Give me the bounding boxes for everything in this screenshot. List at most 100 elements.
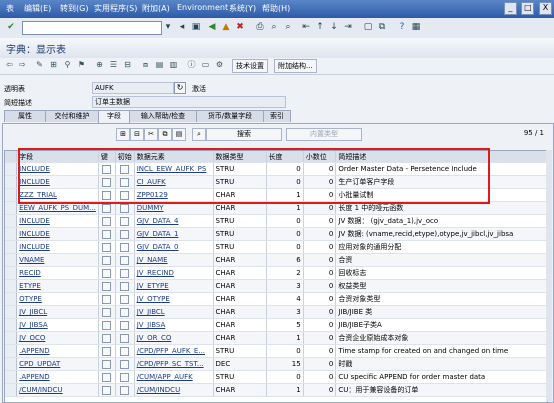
- description-field[interactable]: 订单主数据: [92, 96, 286, 108]
- short-description-cell[interactable]: Time stamp for created on and changed on…: [335, 344, 547, 358]
- initial-checkbox[interactable]: [115, 188, 135, 202]
- first-page-icon[interactable]: ⇤: [300, 21, 312, 33]
- key-checkbox[interactable]: [98, 240, 116, 254]
- key-checkbox[interactable]: [98, 162, 116, 176]
- prev-page-icon[interactable]: ↑: [314, 21, 326, 33]
- decimals-cell[interactable]: 0: [303, 357, 337, 371]
- key-checkbox[interactable]: [98, 331, 116, 345]
- field-name-cell[interactable]: ZZZ_TRIAL: [16, 188, 99, 202]
- table-row[interactable]: RECID JV_RECIND CHAR 2 0 回收标志: [5, 266, 547, 280]
- key-checkbox[interactable]: [98, 370, 116, 384]
- key-checkbox[interactable]: [98, 344, 116, 358]
- data-element-cell[interactable]: JV_NAME: [134, 253, 214, 267]
- short-description-cell[interactable]: 回收标志: [335, 266, 547, 280]
- tab-indexes[interactable]: 索引: [263, 110, 291, 122]
- row-selector[interactable]: [5, 292, 18, 306]
- field-name-cell[interactable]: ETYPE: [16, 279, 99, 293]
- data-type-cell[interactable]: CHAR: [213, 188, 267, 202]
- table-row[interactable]: EEW_AUFK_PS_DUM... DUMMY CHAR 1 0 长度 1 中的哑元函数: [5, 201, 547, 215]
- column-header[interactable]: 简短描述: [335, 151, 547, 163]
- copy-icon[interactable]: ⧉: [158, 128, 172, 141]
- insert-row-icon[interactable]: ⊞: [116, 128, 130, 141]
- exit-icon[interactable]: ▲: [220, 21, 232, 33]
- column-header[interactable]: 长度: [266, 151, 304, 163]
- cut-icon[interactable]: ✂: [144, 128, 158, 141]
- decimals-cell[interactable]: 0: [303, 370, 337, 384]
- data-element-cell[interactable]: ZPP0129: [134, 188, 214, 202]
- short-description-cell[interactable]: 时戳: [335, 357, 547, 371]
- initial-checkbox[interactable]: [115, 318, 135, 332]
- initial-checkbox[interactable]: [115, 370, 135, 384]
- initial-checkbox[interactable]: [115, 266, 135, 280]
- initial-checkbox[interactable]: [115, 383, 135, 397]
- column-header[interactable]: 数据类型: [213, 151, 267, 163]
- length-cell[interactable]: 0: [266, 370, 304, 384]
- table-row[interactable]: INCLUDE INCL_EEW_AUFK_PS STRU 0 0 Order Maste…: [5, 162, 547, 176]
- decimals-cell[interactable]: 0: [303, 162, 337, 176]
- initial-checkbox[interactable]: [115, 162, 135, 176]
- table-row[interactable]: INCLUDE CI_AUFK STRU 0 0 生产订单客户字段: [5, 175, 547, 189]
- length-cell[interactable]: 3: [266, 279, 304, 293]
- data-type-cell[interactable]: DEC: [213, 357, 267, 371]
- data-element-cell[interactable]: /CPD/PFP_SC_TST...: [134, 357, 214, 371]
- back-green-icon[interactable]: ◀: [206, 21, 218, 33]
- field-name-cell[interactable]: RECID: [16, 266, 99, 280]
- short-description-cell[interactable]: CU：用于兼容设备的订单: [335, 383, 547, 397]
- forward-arrow-icon[interactable]: ⇨: [17, 59, 28, 70]
- field-name-cell[interactable]: /CUM/INDCU: [16, 383, 99, 397]
- field-name-cell[interactable]: .APPEND: [16, 344, 99, 358]
- row-selector[interactable]: [5, 175, 18, 189]
- data-element-cell[interactable]: GJV_DATA_0: [134, 240, 214, 254]
- initial-checkbox[interactable]: [115, 279, 135, 293]
- field-name-cell[interactable]: EEW_AUFK_PS_DUM...: [16, 201, 99, 215]
- other-object-icon[interactable]: ⊞: [48, 59, 59, 70]
- key-checkbox[interactable]: [98, 175, 116, 189]
- row-selector[interactable]: [5, 357, 18, 371]
- table-row[interactable]: .APPEND/CUM/APP_AUFK STRU 0 0 CU specific AP…: [5, 370, 547, 384]
- find-icon[interactable]: ⌕: [268, 21, 280, 33]
- decimals-cell[interactable]: 0: [303, 214, 337, 228]
- data-type-cell[interactable]: STRU: [213, 370, 267, 384]
- length-cell[interactable]: 0: [266, 344, 304, 358]
- table-name-field[interactable]: AUFK: [92, 82, 174, 94]
- length-cell[interactable]: 2: [266, 266, 304, 280]
- short-description-cell[interactable]: 合资: [335, 253, 547, 267]
- row-selector[interactable]: [5, 318, 18, 332]
- row-selector[interactable]: [5, 370, 18, 384]
- key-checkbox[interactable]: [98, 383, 116, 397]
- cancel-icon[interactable]: ✖: [234, 21, 246, 33]
- minimize-button[interactable]: _: [503, 2, 517, 15]
- decimals-cell[interactable]: 0: [303, 318, 337, 332]
- data-element-cell[interactable]: /CUM/INDCU: [134, 383, 214, 397]
- short-description-cell[interactable]: CU specific APPEND for order master data: [335, 370, 547, 384]
- table-row[interactable]: ETYPE JV_ETYPE CHAR 3 0 权益类型: [5, 279, 547, 293]
- menu-item-table[interactable]: 表: [6, 3, 14, 14]
- row-selector[interactable]: [5, 188, 18, 202]
- paste-icon[interactable]: ▤: [172, 128, 186, 141]
- save-icon[interactable]: ▣: [190, 21, 202, 33]
- layout-icon[interactable]: ▦: [410, 21, 422, 33]
- check-icon[interactable]: ⚲: [62, 59, 73, 70]
- tab-input-help[interactable]: 输入帮助/检查: [129, 110, 197, 122]
- table-row[interactable]: JV_JIBSA JV_JIBSA CHAR 5 0 JIB/JIBE子类A: [5, 318, 547, 332]
- data-type-cell[interactable]: STRU: [213, 227, 267, 241]
- key-checkbox[interactable]: [98, 227, 116, 241]
- short-description-cell[interactable]: JV 数据: (vname,recid,etype),otype,jv_jibc…: [335, 227, 547, 241]
- field-name-cell[interactable]: INCLUDE: [16, 240, 99, 254]
- decimals-cell[interactable]: 0: [303, 383, 337, 397]
- row-selector[interactable]: [5, 305, 18, 319]
- data-element-cell[interactable]: JV_RECIND: [134, 266, 214, 280]
- length-cell[interactable]: 6: [266, 253, 304, 267]
- decimals-cell[interactable]: 0: [303, 266, 337, 280]
- data-type-cell[interactable]: STRU: [213, 214, 267, 228]
- key-checkbox[interactable]: [98, 188, 116, 202]
- short-description-cell[interactable]: 小批量试制: [335, 188, 547, 202]
- initial-checkbox[interactable]: [115, 357, 135, 371]
- short-description-cell[interactable]: 长度 1 中的哑元函数: [335, 201, 547, 215]
- table-row[interactable]: INCLUDE GJV_DATA_0 STRU 0 0 应用对象的通用分配: [5, 240, 547, 254]
- navigation-icon[interactable]: ⊟: [122, 59, 133, 70]
- maximize-button[interactable]: □: [521, 2, 535, 15]
- length-cell[interactable]: 1: [266, 331, 304, 345]
- decimals-cell[interactable]: 0: [303, 227, 337, 241]
- decimals-cell[interactable]: 0: [303, 175, 337, 189]
